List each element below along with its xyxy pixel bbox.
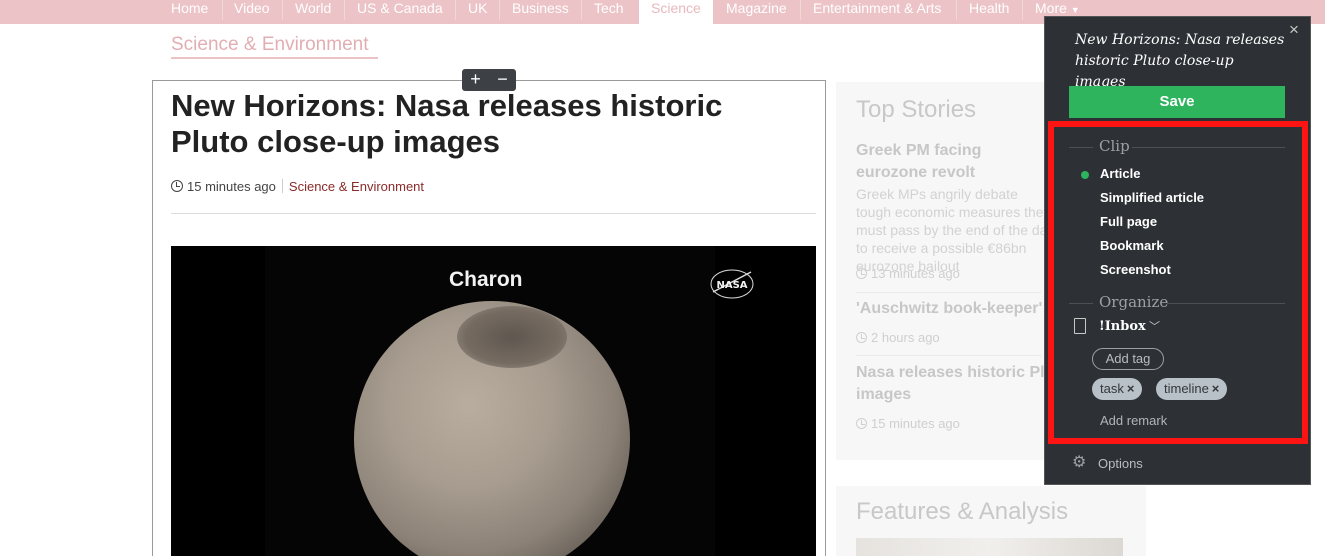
article-headline: New Horizons: Nasa releases historic Plu… (171, 88, 723, 159)
nasa-logo-icon: NASA (710, 269, 754, 299)
nav-item-business[interactable]: Business (512, 0, 569, 24)
options-link[interactable]: Options (1098, 456, 1143, 471)
story-title[interactable]: Nasa releases historic Pl images (856, 362, 1046, 406)
gear-icon[interactable]: ⚙ (1072, 455, 1088, 471)
section-underline (171, 57, 378, 59)
story-time-text: 13 minutes ago (871, 266, 960, 281)
section-title[interactable]: Science & Environment (171, 34, 369, 56)
article-image: Charon NASA (171, 246, 816, 556)
clock-icon (856, 332, 867, 343)
divider (856, 292, 1041, 293)
browser-viewport: Home Video World US & Canada UK Business… (0, 0, 1325, 556)
nav-item-us-canada[interactable]: US & Canada (357, 0, 443, 24)
story-time: 2 hours ago (856, 330, 940, 345)
article-meta: 15 minutes ago Science & Environment (171, 179, 424, 194)
story-title[interactable]: Greek PM facing eurozone revolt (856, 140, 1056, 184)
story-summary: Greek MPs angrily debate tough economic … (856, 186, 1055, 274)
divider (171, 213, 816, 214)
nasa-logo-text: NASA (716, 280, 747, 291)
story-time-text: 2 hours ago (871, 330, 940, 345)
meta-separator (281, 179, 283, 193)
nav-item-health[interactable]: Health (969, 0, 1009, 24)
chevron-down-icon: ▼ (1070, 5, 1080, 15)
moon-dark-region (457, 306, 567, 368)
article-category-link[interactable]: Science & Environment (289, 179, 424, 194)
nav-item-video[interactable]: Video (234, 0, 270, 24)
image-caption: Charon (449, 268, 523, 291)
story-time-text: 15 minutes ago (871, 416, 960, 431)
nav-item-world[interactable]: World (295, 0, 331, 24)
story-time: 13 minutes ago (856, 266, 960, 281)
nav-more-label: More (1035, 0, 1067, 16)
close-icon[interactable]: × (1286, 21, 1302, 39)
story-time: 15 minutes ago (856, 416, 960, 431)
features-heading: Features & Analysis (856, 498, 1069, 525)
save-button[interactable]: Save (1069, 86, 1285, 118)
clock-icon (856, 268, 867, 279)
story-title[interactable]: 'Auschwitz book-keeper' (856, 298, 1046, 320)
feature-image[interactable] (856, 538, 1123, 556)
divider (856, 355, 1041, 356)
nav-item-home[interactable]: Home (171, 0, 208, 24)
clock-icon (856, 418, 867, 429)
nav-item-science[interactable]: Science (639, 0, 713, 24)
nav-item-tech[interactable]: Tech (594, 0, 624, 24)
top-stories-heading: Top Stories (856, 96, 977, 123)
clock-icon (171, 180, 183, 192)
clip-title[interactable]: New Horizons: Nasa releases historic Plu… (1075, 30, 1285, 93)
highlight-box (1048, 121, 1308, 444)
article-time: 15 minutes ago (187, 179, 276, 194)
nav-item-entertainment-arts[interactable]: Entertainment & Arts (813, 0, 941, 24)
nav-item-uk[interactable]: UK (468, 0, 487, 24)
nav-item-magazine[interactable]: Magazine (726, 0, 787, 24)
